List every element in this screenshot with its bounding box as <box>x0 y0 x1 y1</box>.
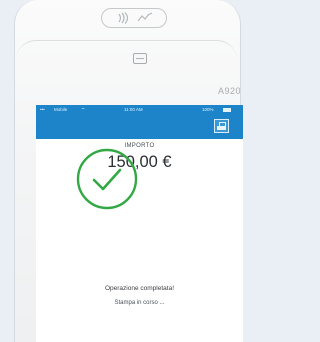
card-slot <box>133 53 147 64</box>
device-model: A920 <box>217 86 241 96</box>
success-message: Operazione completata! <box>104 285 174 292</box>
amount-value: 150,00 € <box>107 153 172 171</box>
terminal-screen: ••• Mobile ⌔ 11:00 AM 100% IMPORTO 150,0… <box>36 105 243 342</box>
wifi-icon: ⌔ <box>81 107 86 112</box>
success-check-icon <box>76 148 138 210</box>
contactless-symbol <box>101 8 167 28</box>
app-header <box>36 115 243 139</box>
carrier-label: Mobile <box>54 107 68 112</box>
printing-message: Stampa in corso ... <box>114 300 165 306</box>
register-icon[interactable] <box>214 119 229 133</box>
terminal-top-edge <box>16 40 237 63</box>
contactless-icon <box>118 12 153 24</box>
amount-label: IMPORTO <box>124 143 155 149</box>
status-time: 11:00 AM <box>124 107 143 112</box>
status-bar: ••• Mobile ⌔ 11:00 AM 100% <box>36 105 243 115</box>
battery-level: 100% <box>202 107 214 112</box>
battery-icon <box>223 108 231 112</box>
signal-icon: ••• <box>40 107 45 112</box>
